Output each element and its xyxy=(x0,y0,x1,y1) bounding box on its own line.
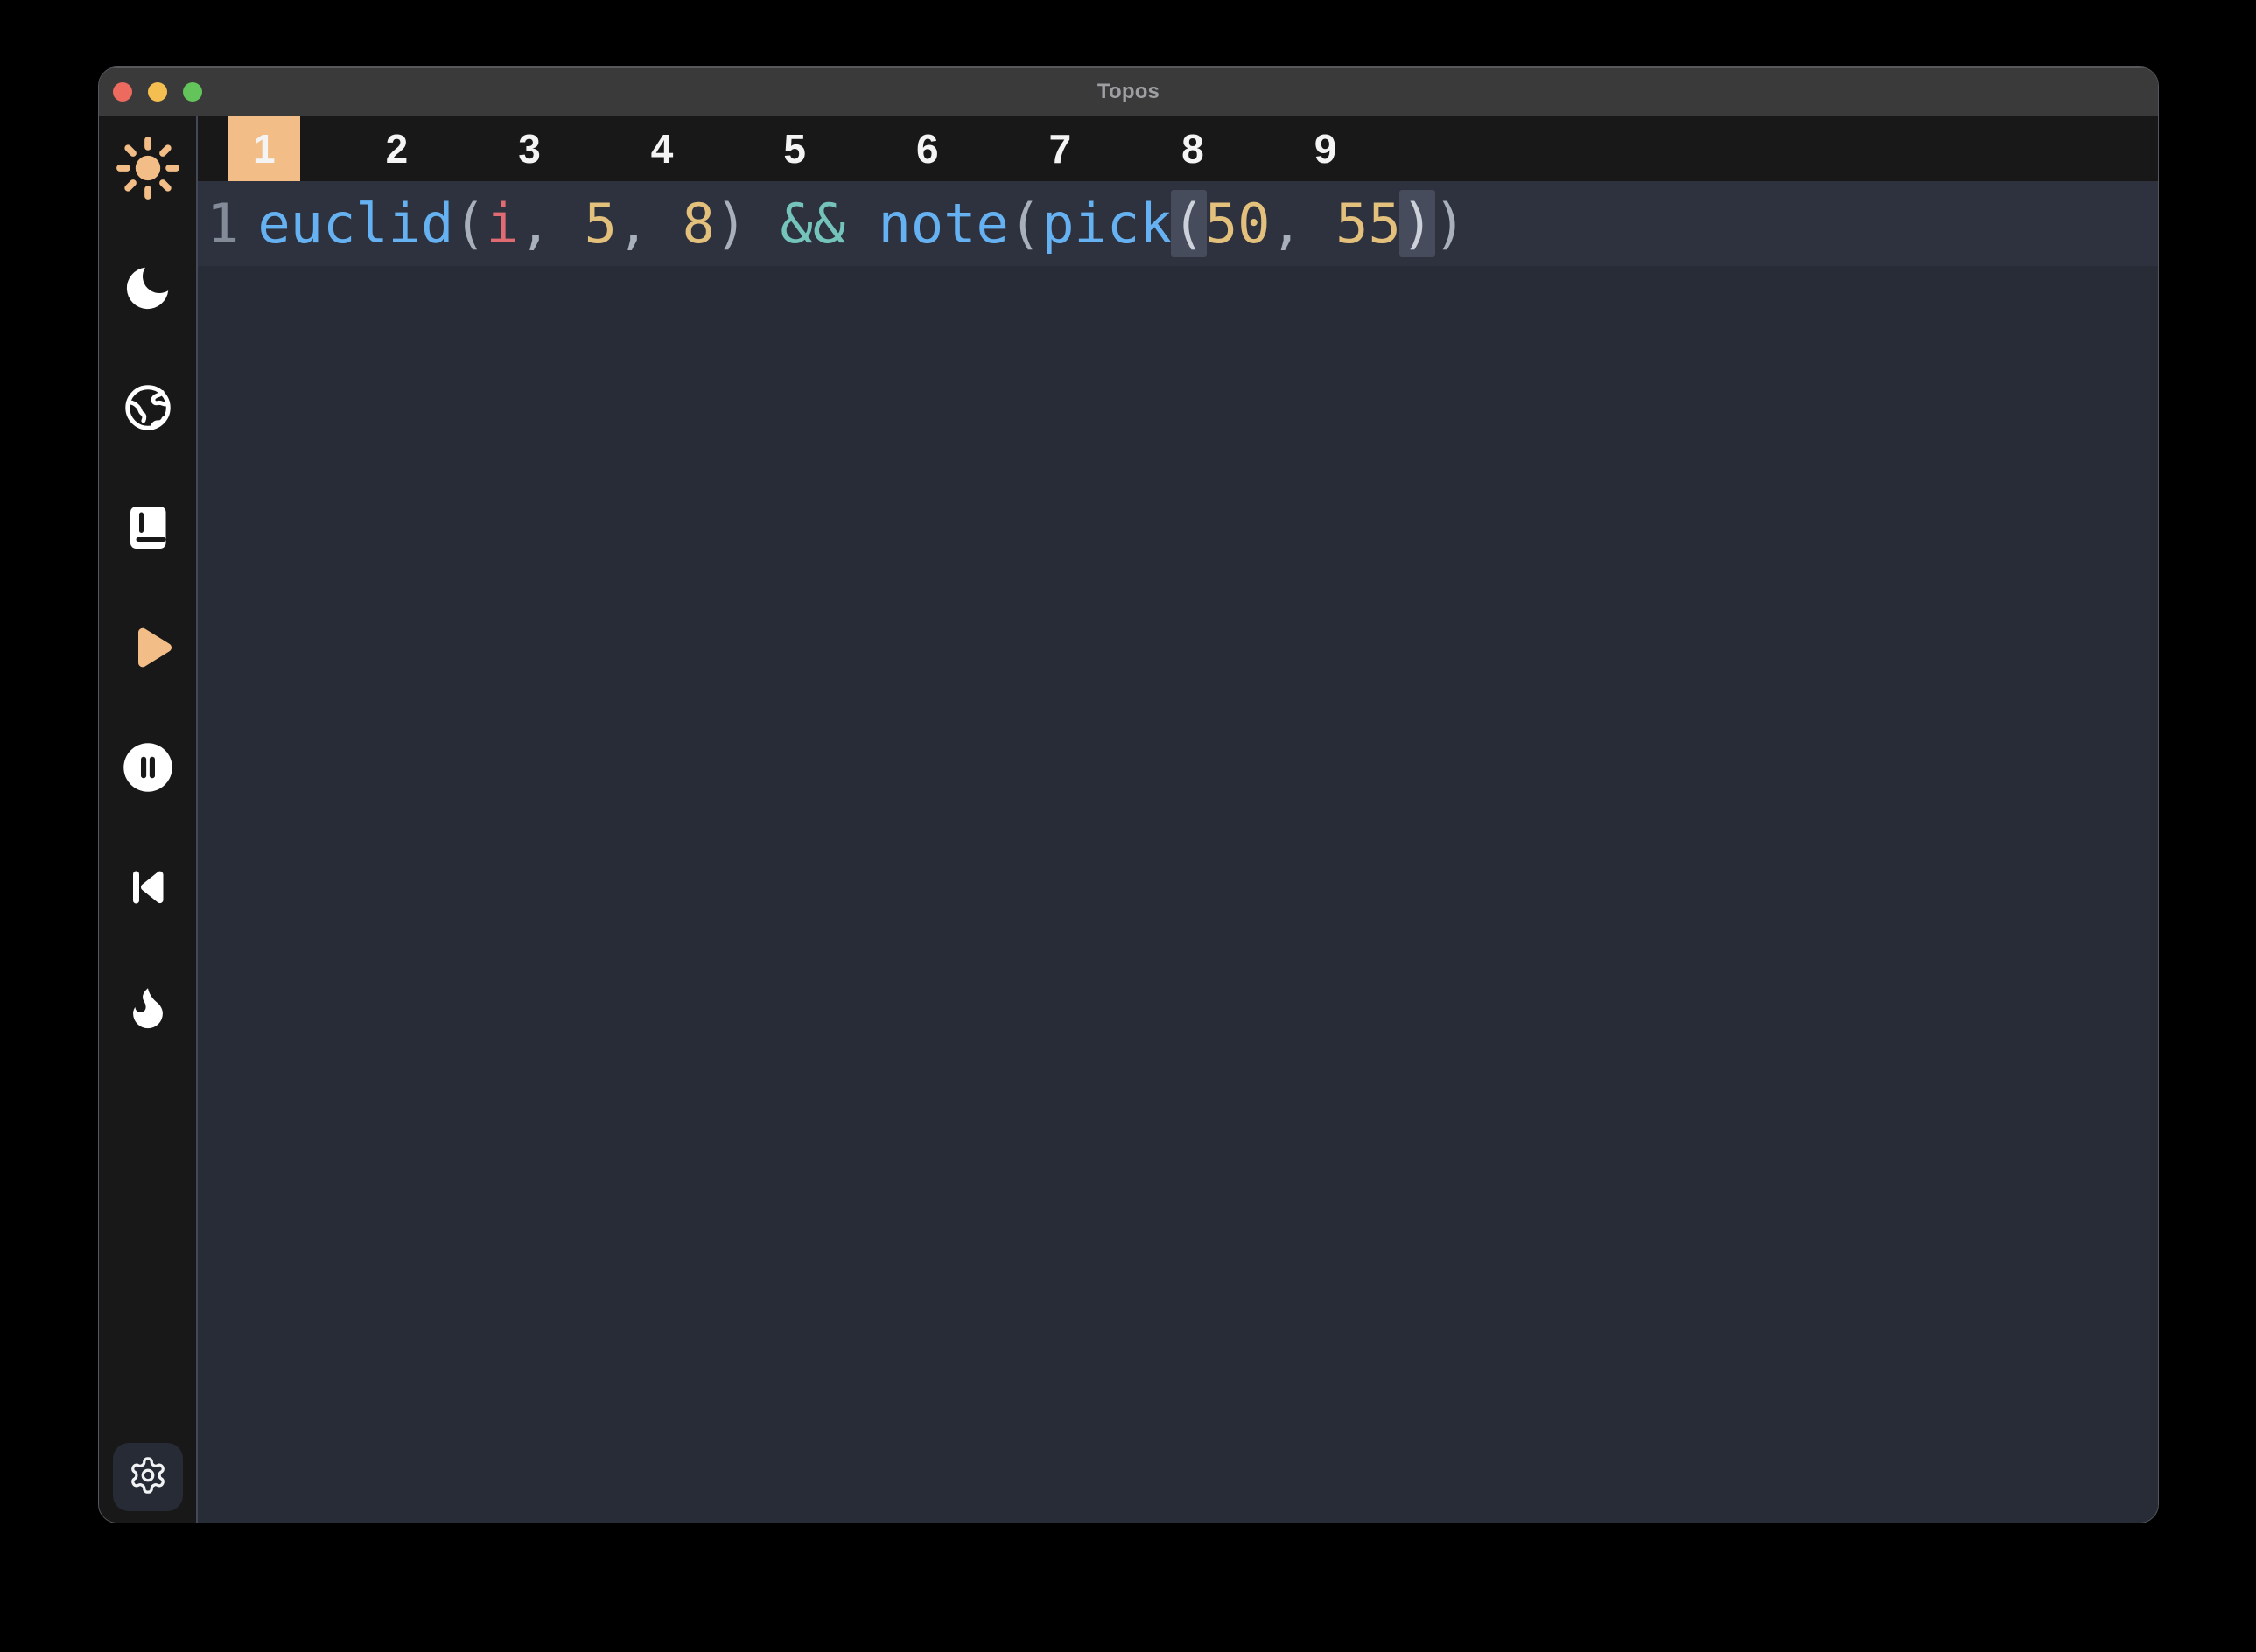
tab-label: 4 xyxy=(651,125,674,172)
tab-6[interactable]: 6 xyxy=(861,116,994,181)
tab-5[interactable]: 5 xyxy=(728,116,861,181)
code-token-bracket-match: ( xyxy=(1171,190,1207,257)
code-token-punct: ) xyxy=(1433,192,1466,256)
tab-label: 7 xyxy=(1049,125,1072,172)
sun-icon xyxy=(116,136,180,205)
window-content: 123456789 1euclid(i, 5, 8) && note(pick(… xyxy=(99,116,2158,1522)
globe-icon xyxy=(121,381,175,439)
dark-theme-button[interactable] xyxy=(116,257,180,322)
flame-button[interactable] xyxy=(116,976,180,1041)
tab-8[interactable]: 8 xyxy=(1126,116,1259,181)
gear-icon xyxy=(128,1455,168,1500)
code-token-bracket-match: ) xyxy=(1399,190,1435,257)
tab-label: 3 xyxy=(518,125,541,172)
tab-label: 5 xyxy=(783,125,806,172)
skip-back-icon xyxy=(122,861,174,918)
docs-button[interactable] xyxy=(116,497,180,562)
tab-label: 2 xyxy=(386,125,409,172)
tab-label: 8 xyxy=(1181,125,1204,172)
code-token-punct: , xyxy=(1271,192,1336,256)
flame-icon xyxy=(123,982,173,1037)
code-editor[interactable]: 1euclid(i, 5, 8) && note(pick(50, 55)) xyxy=(198,181,2158,1522)
code-token-punct: , xyxy=(617,192,683,256)
titlebar[interactable]: Topos xyxy=(99,67,2158,116)
tab-1[interactable]: 1 xyxy=(198,116,331,181)
code-token-number: 5 xyxy=(585,192,617,256)
tab-7[interactable]: 7 xyxy=(994,116,1127,181)
tab-label: 1 xyxy=(253,125,276,172)
globe-button[interactable] xyxy=(116,377,180,442)
tab-3[interactable]: 3 xyxy=(463,116,596,181)
code-token-number: 55 xyxy=(1335,192,1401,256)
tab-bar: 1 2 3 4 5 6 7 8 9 xyxy=(198,116,2158,181)
rewind-button[interactable] xyxy=(116,857,180,921)
code-token-punct: ( xyxy=(453,192,486,256)
code-token-punct: , xyxy=(519,192,585,256)
code-token-function: note xyxy=(879,192,1009,256)
app-window: Topos 123456789 1eucl xyxy=(98,66,2159,1523)
code-token-function: euclid xyxy=(257,192,453,256)
code-line[interactable]: 1euclid(i, 5, 8) && note(pick(50, 55)) xyxy=(198,181,2158,266)
code-token-punct xyxy=(845,192,878,256)
line-number: 1 xyxy=(207,181,239,266)
code-line-content: euclid(i, 5, 8) && note(pick(50, 55)) xyxy=(257,181,1466,266)
code-token-punct: ) xyxy=(715,192,781,256)
code-token-number: 8 xyxy=(683,192,715,256)
code-token-function: pick xyxy=(1041,192,1172,256)
code-token-variable: i xyxy=(487,192,519,256)
book-icon xyxy=(122,501,174,558)
moon-icon xyxy=(121,261,175,319)
tab-label: 6 xyxy=(916,125,939,172)
tab-9[interactable]: 9 xyxy=(1259,116,1392,181)
tab-4[interactable]: 4 xyxy=(596,116,729,181)
settings-button[interactable] xyxy=(113,1443,183,1511)
play-button[interactable] xyxy=(116,617,180,682)
code-token-punct: ( xyxy=(1009,192,1041,256)
screen: Topos 123456789 1eucl xyxy=(0,0,2256,1652)
pause-icon xyxy=(120,739,176,800)
main-area: 123456789 1euclid(i, 5, 8) && note(pick(… xyxy=(198,116,2158,1522)
code-token-number: 50 xyxy=(1205,192,1271,256)
tab-label: 9 xyxy=(1314,125,1337,172)
light-theme-button[interactable] xyxy=(116,137,180,202)
window-title: Topos xyxy=(99,80,2158,104)
code-token-operator: && xyxy=(781,192,846,256)
tab-2[interactable]: 2 xyxy=(331,116,464,181)
pause-button[interactable] xyxy=(116,737,180,802)
play-icon xyxy=(119,619,177,681)
sidebar xyxy=(99,116,198,1522)
